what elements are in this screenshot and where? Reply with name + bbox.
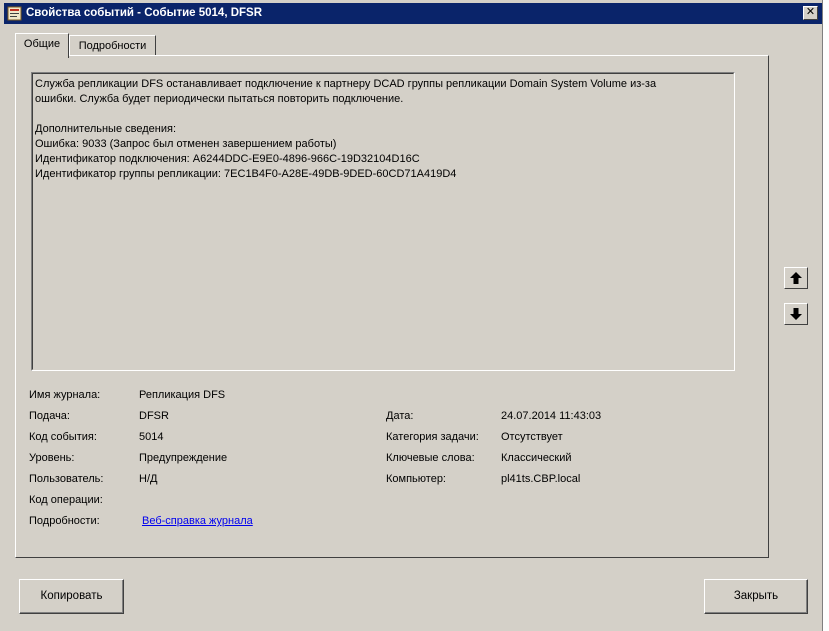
log-name-label: Имя журнала: — [29, 389, 101, 401]
close-icon: ✕ — [805, 6, 816, 18]
event-description-text: Служба репликации DFS останавливает подк… — [32, 73, 734, 370]
previous-event-button[interactable] — [784, 267, 808, 289]
event-properties-window: Свойства событий - Событие 5014, DFSR ✕ … — [0, 0, 829, 631]
task-category-label: Категория задачи: — [386, 431, 479, 443]
keywords-label: Ключевые слова: — [386, 452, 475, 464]
copy-button-label: Копировать — [40, 590, 103, 602]
more-info-label: Подробности: — [29, 515, 100, 527]
event-id-label: Код события: — [29, 431, 97, 443]
task-category-value: Отсутствует — [501, 431, 563, 443]
tab-general-label: Общие — [23, 38, 61, 50]
next-event-button[interactable] — [784, 303, 808, 325]
window-title: Свойства событий - Событие 5014, DFSR — [26, 7, 263, 19]
description-line: Ошибка: 9033 (Запрос был отменен заверше… — [35, 138, 337, 150]
level-label: Уровень: — [29, 452, 75, 464]
tab-details-label: Подробности — [78, 40, 147, 52]
opcode-label: Код операции: — [29, 494, 103, 506]
event-id-value: 5014 — [139, 431, 164, 443]
copy-button[interactable]: Копировать — [19, 579, 124, 614]
close-button-label: Закрыть — [733, 590, 779, 602]
description-line: Дополнительные сведения: — [35, 123, 176, 135]
level-value: Предупреждение — [139, 452, 228, 464]
arrow-up-icon — [790, 272, 802, 284]
user-label: Пользователь: — [29, 473, 104, 485]
computer-label: Компьютер: — [386, 473, 446, 485]
log-name-value: Репликация DFS — [139, 389, 226, 401]
tab-general[interactable]: Общие — [15, 33, 69, 58]
description-line: Идентификатор подключения: A6244DDC-E9E0… — [35, 153, 420, 165]
tab-details[interactable]: Подробности — [69, 35, 156, 57]
description-line: Идентификатор группы репликации: 7EC1B4F… — [35, 168, 457, 180]
keywords-value: Классический — [501, 452, 572, 464]
source-value: DFSR — [139, 410, 169, 422]
source-label: Подача: — [29, 410, 70, 422]
title-bar[interactable]: Свойства событий - Событие 5014, DFSR ✕ — [4, 3, 822, 24]
description-line: ошибки. Служба будет периодически пытать… — [35, 93, 404, 105]
close-button[interactable]: Закрыть — [704, 579, 808, 614]
event-log-online-help-link[interactable]: Веб-справка журнала — [142, 515, 253, 527]
event-description-box[interactable]: Служба репликации DFS останавливает подк… — [31, 72, 735, 371]
user-value: Н/Д — [139, 473, 158, 485]
arrow-down-icon — [790, 308, 802, 320]
computer-value: pl41ts.CBP.local — [501, 473, 581, 485]
logged-value: 24.07.2014 11:43:03 — [501, 410, 602, 422]
close-window-button[interactable]: ✕ — [803, 6, 818, 20]
background-window-edge — [822, 0, 829, 631]
event-viewer-icon — [7, 6, 22, 21]
logged-label: Дата: — [386, 410, 414, 422]
description-line: Служба репликации DFS останавливает подк… — [35, 78, 657, 90]
